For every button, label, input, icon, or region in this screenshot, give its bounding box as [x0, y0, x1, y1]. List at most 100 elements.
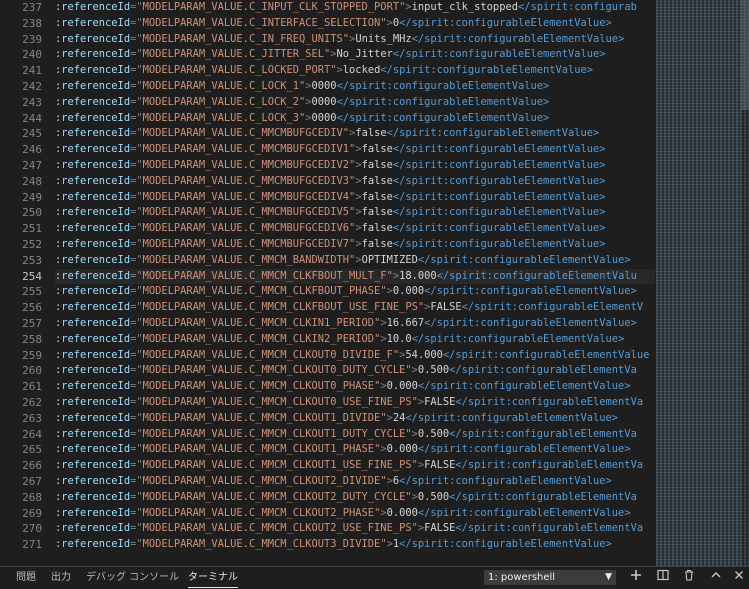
code-line[interactable]: :referenceId="MODELPARAM_VALUE.C_MMCMBUF… — [55, 174, 655, 190]
code-line[interactable]: :referenceId="MODELPARAM_VALUE.C_MMCMBUF… — [55, 126, 655, 142]
code-line[interactable]: :referenceId="MODELPARAM_VALUE.C_MMCM_CL… — [55, 427, 655, 443]
code-area[interactable]: :referenceId="MODELPARAM_VALUE.C_INPUT_C… — [55, 0, 655, 566]
reference-id-value: MODELPARAM_VALUE.C_MMCM_CLKOUT0_USE_FINE… — [142, 395, 412, 408]
code-line[interactable]: :referenceId="MODELPARAM_VALUE.C_MMCM_CL… — [55, 268, 655, 285]
add-terminal-icon[interactable] — [628, 569, 644, 585]
chevron-up-icon[interactable] — [708, 569, 724, 585]
closing-tag: </spirit:configurableElementValue> — [392, 174, 606, 187]
line-number: 237 — [22, 1, 42, 14]
element-value: false — [361, 174, 393, 187]
reference-id-value: MODELPARAM_VALUE.C_MMCM_CLKFBOUT_MULT_F — [142, 269, 387, 282]
tab-output[interactable]: 出力 — [51, 567, 71, 588]
code-line[interactable]: :referenceId="MODELPARAM_VALUE.C_MMCM_CL… — [55, 442, 655, 458]
code-line[interactable]: :referenceId="MODELPARAM_VALUE.C_MMCM_CL… — [55, 300, 655, 316]
code-line[interactable]: :referenceId="MODELPARAM_VALUE.C_MMCM_CL… — [55, 521, 655, 537]
punctuation: =" — [130, 364, 143, 377]
element-value: false — [361, 206, 393, 219]
attribute-name: :referenceId — [55, 348, 131, 361]
closing-tag: </spirit:configurableElementValue> — [399, 474, 612, 487]
code-line[interactable]: :referenceId="MODELPARAM_VALUE.C_MMCMBUF… — [55, 221, 655, 237]
code-line[interactable]: :referenceId="MODELPARAM_VALUE.C_MMCM_BA… — [55, 253, 655, 269]
close-icon[interactable] — [731, 569, 747, 585]
code-line[interactable]: :referenceId="MODELPARAM_VALUE.C_INTERFA… — [55, 16, 655, 32]
closing-tag: </spirit:configurab — [517, 1, 637, 13]
line-number: 256 — [22, 301, 42, 315]
line-number: 246 — [22, 143, 42, 157]
element-value: 0000 — [311, 111, 337, 124]
code-line[interactable]: :referenceId="MODELPARAM_VALUE.C_LOCK_2"… — [55, 95, 655, 111]
code-line[interactable]: :referenceId="MODELPARAM_VALUE.C_MMCM_CL… — [55, 379, 655, 395]
panel-bar: 問題 出力 デバッグ コンソール ターミナル 1: powershell ▼ — [0, 566, 749, 588]
line-number: 251 — [22, 222, 42, 236]
code-line[interactable]: :referenceId="MODELPARAM_VALUE.C_MMCMBUF… — [55, 190, 655, 206]
reference-id-value: MODELPARAM_VALUE.C_MMCMBUFGCEDIV — [142, 127, 343, 140]
code-line[interactable]: :referenceId="MODELPARAM_VALUE.C_MMCM_CL… — [55, 284, 655, 300]
code-line[interactable]: :referenceId="MODELPARAM_VALUE.C_MMCM_CL… — [55, 316, 655, 332]
minimap[interactable] — [656, 0, 749, 566]
reference-id-value: MODELPARAM_VALUE.C_MMCMBUFGCEDIV4 — [142, 190, 350, 203]
trash-icon[interactable] — [681, 569, 697, 585]
punctuation: =" — [130, 301, 143, 314]
attribute-name: :referenceId — [55, 253, 131, 266]
punctuation: =" — [130, 443, 143, 456]
code-line[interactable]: :referenceId="MODELPARAM_VALUE.C_MMCMBUF… — [55, 237, 655, 253]
element-value: FALSE — [430, 301, 462, 314]
reference-id-value: MODELPARAM_VALUE.C_MMCM_CLKOUT1_DUTY_CYC… — [142, 427, 406, 440]
code-line[interactable]: :referenceId="MODELPARAM_VALUE.C_MMCM_CL… — [55, 411, 655, 427]
line-number: 263 — [22, 411, 42, 425]
reference-id-value: MODELPARAM_VALUE.C_MMCM_CLKFBOUT_USE_FIN… — [142, 301, 418, 314]
closing-tag: </spirit:configurableElementValue> — [392, 48, 606, 61]
code-line[interactable]: :referenceId="MODELPARAM_VALUE.C_MMCM_CL… — [55, 490, 655, 506]
punctuation: =" — [130, 269, 143, 282]
punctuation: =" — [130, 348, 143, 361]
minimap-slider[interactable] — [656, 0, 749, 566]
element-value: 0.000 — [392, 285, 425, 298]
code-line[interactable]: :referenceId="MODELPARAM_VALUE.C_LOCK_3"… — [55, 111, 655, 127]
reference-id-value: MODELPARAM_VALUE.C_MMCM_CLKOUT2_USE_FINE… — [142, 522, 412, 535]
tab-terminal[interactable]: ターミナル — [188, 567, 238, 588]
code-line[interactable]: :referenceId="MODELPARAM_VALUE.C_MMCM_CL… — [55, 395, 655, 411]
punctuation: =" — [130, 79, 143, 92]
closing-tag: </spirit:configurableElementValue> — [399, 538, 612, 551]
code-line[interactable]: :referenceId="MODELPARAM_VALUE.C_MMCM_CL… — [55, 537, 655, 553]
code-line[interactable]: :referenceId="MODELPARAM_VALUE.C_MMCMBUF… — [55, 158, 655, 174]
attribute-name: :referenceId — [55, 48, 131, 61]
line-number: 267 — [22, 474, 42, 488]
reference-id-value: MODELPARAM_VALUE.C_MMCM_CLKOUT2_DUTY_CYC… — [142, 490, 406, 503]
tab-problems[interactable]: 問題 — [16, 567, 36, 588]
closing-tag: </spirit:configurableElementValue> — [417, 443, 631, 456]
attribute-name: :referenceId — [55, 395, 131, 408]
code-line[interactable]: :referenceId="MODELPARAM_VALUE.C_MMCM_CL… — [55, 363, 655, 379]
punctuation: =" — [130, 459, 143, 472]
code-line[interactable]: :referenceId="MODELPARAM_VALUE.C_MMCMBUF… — [55, 205, 655, 221]
tab-debug-console[interactable]: デバッグ コンソール — [86, 567, 179, 588]
editor[interactable]: 237 238 239 240 241 242 243 244 245 246 247 248 249 2… — [0, 0, 749, 566]
code-line[interactable]: :referenceId="MODELPARAM_VALUE.C_MMCM_CL… — [55, 348, 655, 364]
line-number: 255 — [22, 285, 42, 299]
code-line[interactable]: :referenceId="MODELPARAM_VALUE.C_IN_FREQ… — [55, 32, 655, 48]
closing-tag: </spirit:configurableElementValu — [436, 269, 637, 282]
element-value: false — [361, 143, 393, 156]
vertical-scrollbar[interactable] — [741, 0, 749, 566]
attribute-name: :referenceId — [55, 206, 131, 219]
scrollbar-thumb[interactable] — [741, 0, 749, 110]
code-line[interactable]: :referenceId="MODELPARAM_VALUE.C_MMCMBUF… — [55, 142, 655, 158]
split-terminal-icon[interactable] — [655, 569, 671, 585]
terminal-select[interactable]: 1: powershell ▼ — [484, 570, 616, 585]
code-line[interactable]: :referenceId="MODELPARAM_VALUE.C_MMCM_CL… — [55, 332, 655, 348]
code-line[interactable]: :referenceId="MODELPARAM_VALUE.C_LOCK_1"… — [55, 79, 655, 95]
code-line[interactable]: :referenceId="MODELPARAM_VALUE.C_JITTER_… — [55, 47, 655, 63]
code-line[interactable]: :referenceId="MODELPARAM_VALUE.C_LOCKED_… — [55, 63, 655, 79]
line-number: 252 — [22, 237, 42, 251]
code-line[interactable]: :referenceId="MODELPARAM_VALUE.C_INPUT_C… — [55, 0, 655, 16]
line-number: 266 — [22, 459, 42, 473]
code-line[interactable]: :referenceId="MODELPARAM_VALUE.C_MMCM_CL… — [55, 458, 655, 474]
attribute-name: :referenceId — [55, 443, 131, 456]
code-line[interactable]: :referenceId="MODELPARAM_VALUE.C_MMCM_CL… — [55, 506, 655, 522]
code-line[interactable]: :referenceId="MODELPARAM_VALUE.C_MMCM_CL… — [55, 474, 655, 490]
reference-id-value: MODELPARAM_VALUE.C_MMCM_CLKIN1_PERIOD — [142, 316, 375, 329]
closing-tag: </spirit:configurableElementValue> — [417, 253, 631, 266]
reference-id-value: MODELPARAM_VALUE.C_MMCM_BANDWIDTH — [142, 253, 350, 266]
closing-tag: </spirit:configurableElementValue> — [417, 380, 631, 393]
element-value: No_Jitter — [336, 48, 393, 61]
